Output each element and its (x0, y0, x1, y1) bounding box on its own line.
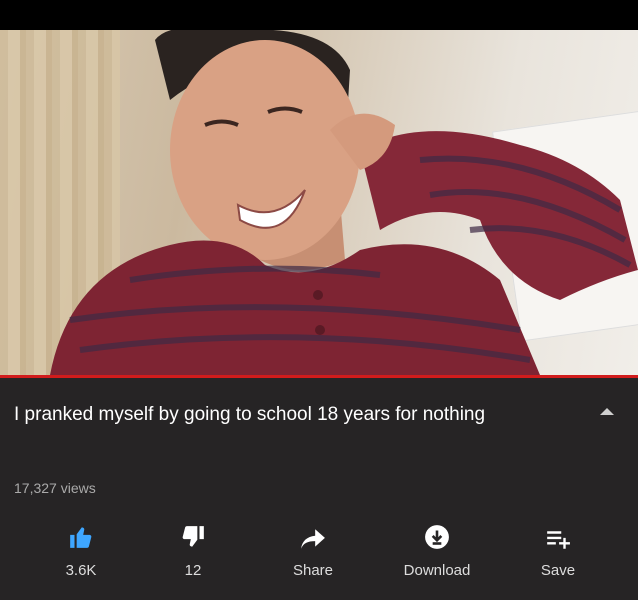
collapse-arrow-icon[interactable] (600, 408, 614, 415)
download-label: Download (403, 562, 471, 579)
add-to-playlist-icon (503, 520, 613, 550)
save-label: Save (540, 562, 576, 579)
top-black-bar (0, 0, 638, 30)
video-player[interactable] (0, 30, 638, 375)
video-title: I pranked myself by going to school 18 y… (14, 404, 486, 425)
download-icon (382, 520, 492, 550)
thumbs-down-icon (138, 520, 248, 550)
view-count: 17,327 views (14, 480, 96, 496)
like-count: 3.6K (65, 562, 97, 579)
thumbs-up-icon (26, 520, 136, 550)
dislike-count: 12 (184, 562, 202, 579)
share-arrow-icon (258, 520, 368, 550)
dislike-button[interactable]: 12 (138, 520, 248, 579)
share-label: Share (292, 562, 334, 579)
action-bar: 3.6K 12 Share Download Save (0, 520, 638, 590)
video-info-panel: I pranked myself by going to school 18 y… (0, 378, 638, 600)
like-button[interactable]: 3.6K (26, 520, 136, 579)
video-frame-person (50, 30, 638, 375)
save-button[interactable]: Save (503, 520, 613, 579)
share-button[interactable]: Share (258, 520, 368, 579)
download-button[interactable]: Download (382, 520, 492, 579)
